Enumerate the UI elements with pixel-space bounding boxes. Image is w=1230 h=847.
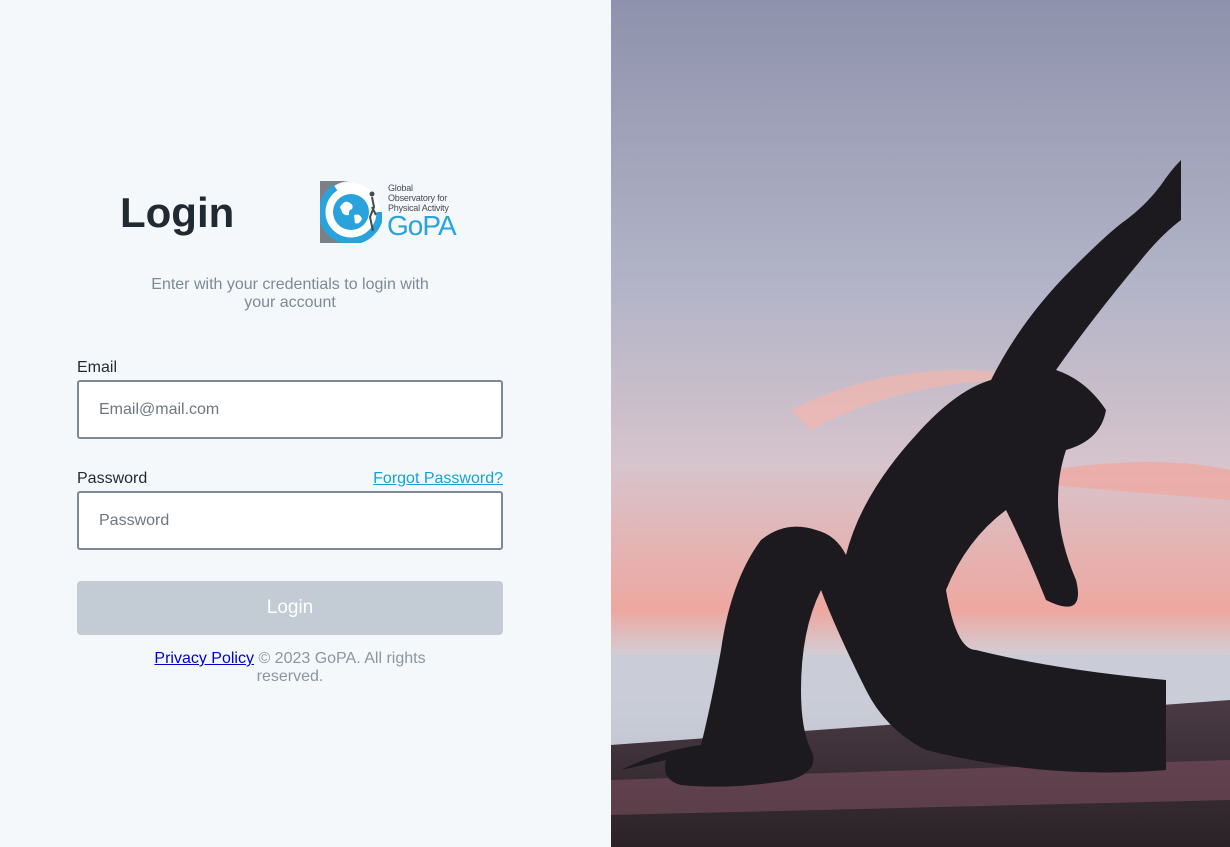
forgot-password-link[interactable]: Forgot Password? [373, 469, 503, 489]
yoga-silhouette-image [611, 0, 1230, 847]
login-button[interactable]: Login [77, 581, 503, 635]
privacy-policy-link[interactable]: Privacy Policy [154, 650, 254, 667]
password-input[interactable] [77, 491, 503, 550]
email-input[interactable] [77, 380, 503, 439]
page-title: Login [120, 189, 235, 236]
hero-image [611, 0, 1230, 847]
gopa-logo: Global Observatory for Physical Activity… [320, 181, 465, 243]
copyright-text: © 2023 GoPA. All rights reserved. [256, 650, 426, 685]
logo-wordmark: GoPA [387, 210, 457, 241]
login-panel: Login Global Observatory for Physical Ac… [0, 0, 611, 847]
footer: Privacy Policy © 2023 GoPA. All rights r… [140, 650, 440, 686]
email-label: Email [77, 359, 118, 376]
logo-tagline: Global Observatory for Physical Activity [388, 183, 449, 213]
globe-logo-icon [320, 181, 382, 243]
password-label: Password [77, 470, 148, 487]
login-subtitle: Enter with your credentials to login wit… [151, 276, 429, 311]
